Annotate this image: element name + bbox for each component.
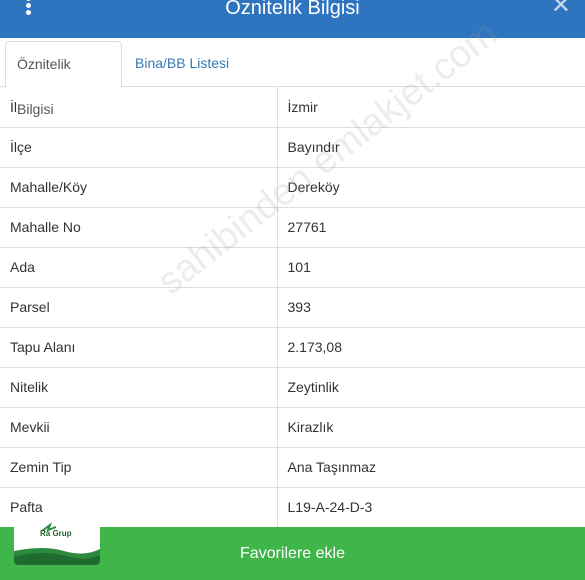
attribute-value: L19-A-24-D-3	[276, 486, 585, 528]
attribute-value: 393	[276, 286, 585, 328]
ra-grup-logo: Ra Grup	[14, 521, 100, 565]
attribute-key: Tapu Alanı	[0, 326, 278, 368]
table-row: Mahalle No 27761	[0, 206, 585, 248]
attribute-value: Zeytinlik	[276, 366, 585, 408]
logo-swoosh-icon	[14, 522, 100, 565]
attribute-table: İl İzmir İlçe Bayındır Mahalle/Köy Dereköy Mah…	[0, 87, 585, 528]
attribute-key: Parsel	[0, 286, 278, 328]
attribute-value: 2.173,08	[276, 326, 585, 368]
attribute-key: Mevkii	[0, 406, 278, 448]
attribute-key: Zemin Tip	[0, 446, 278, 488]
page-title: Öznitelik Bilgisi	[225, 0, 360, 19]
attribute-value: İzmir	[276, 87, 585, 128]
attribute-value: Bayındır	[276, 126, 585, 168]
table-row: Nitelik Zeytinlik	[0, 366, 585, 408]
logo-text: Ra Grup	[40, 529, 72, 538]
tab-bar: Öznitelik Bilgisi Bina/BB Listesi	[0, 38, 585, 117]
attribute-value: Ana Taşınmaz	[276, 446, 585, 488]
attribute-value: Dereköy	[276, 166, 585, 208]
attribute-value: 101	[276, 246, 585, 288]
table-row: Tapu Alanı 2.173,08	[0, 326, 585, 368]
table-row: Mahalle/Köy Dereköy	[0, 166, 585, 208]
attribute-key: Mahalle/Köy	[0, 166, 278, 208]
attribute-key: İlçe	[0, 126, 278, 168]
attribute-key: Mahalle No	[0, 206, 278, 248]
header-bar: Öznitelik Bilgisi ✕	[0, 0, 585, 38]
table-row: Parsel 393	[0, 286, 585, 328]
attribute-key: Nitelik	[0, 366, 278, 408]
attribute-value: 27761	[276, 206, 585, 248]
attribute-key: İl	[0, 87, 278, 128]
close-icon[interactable]: ✕	[551, 0, 571, 18]
table-row: Mevkii Kirazlık	[0, 406, 585, 448]
table-row: Zemin Tip Ana Taşınmaz	[0, 446, 585, 488]
tab-oznitelik-bilgisi[interactable]: Öznitelik Bilgisi	[5, 41, 122, 117]
table-row: İlçe Bayındır	[0, 126, 585, 168]
table-row: İl İzmir	[0, 87, 585, 128]
table-row: Ada 101	[0, 246, 585, 288]
tab-bina-bb-listesi[interactable]: Bina/BB Listesi	[124, 41, 240, 88]
attribute-value: Kirazlık	[276, 406, 585, 448]
attribute-key: Ada	[0, 246, 278, 288]
